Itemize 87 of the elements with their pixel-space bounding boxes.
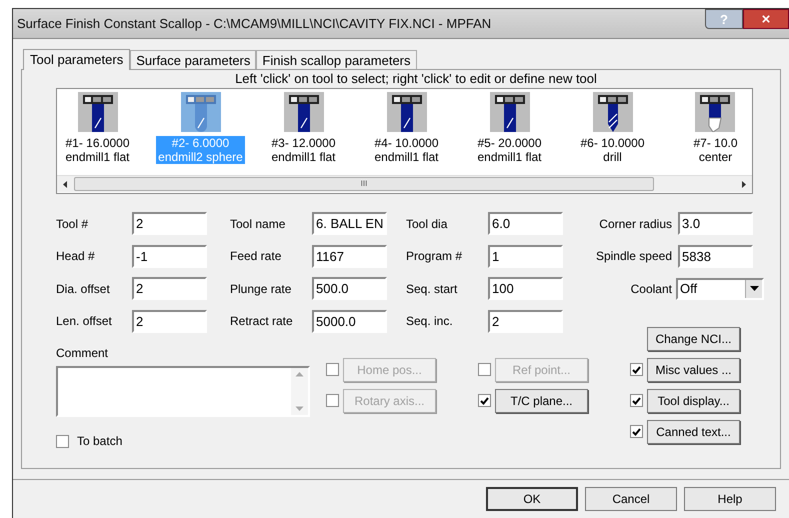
comment-field[interactable] [56, 366, 310, 416]
window-title: Surface Finish Constant Scallop - C:\MCAM9\MILL\NCI\CAVITY FIX.NCI - MPFAN [17, 14, 492, 33]
dropdown-arrow-icon [750, 286, 758, 291]
tool-size: #6- 10.0000 [580, 136, 645, 150]
input-field[interactable]: 2 [132, 212, 207, 235]
tab[interactable]: Finish scallop parameters [256, 50, 417, 69]
end-mill-icon [180, 92, 220, 132]
checkbox[interactable] [630, 394, 643, 407]
input-field[interactable]: 100 [488, 277, 563, 300]
option-button[interactable]: Tool display... [647, 388, 740, 412]
tool-item[interactable]: #7- 10.0 center [691, 92, 740, 164]
input-field[interactable]: 2 [132, 277, 207, 300]
tool-type: center [698, 150, 732, 164]
tab[interactable]: Tool parameters [23, 49, 130, 70]
field-label: Tool dia [406, 216, 448, 232]
field-label: Program # [406, 248, 464, 265]
field-label: Tool name [230, 216, 286, 232]
tool-item[interactable]: #5- 20.0000 endmill1 flat [475, 92, 544, 164]
end-mill-icon [592, 92, 632, 132]
comment-label: Comment [56, 344, 110, 362]
tool-type: endmill2 sphere [158, 150, 243, 164]
field-label: Corner radius [598, 216, 673, 232]
tool-size: #7- 10.0 [693, 136, 738, 150]
field-label: Plunge rate [230, 280, 292, 298]
tool-size: #2- 6.0000 [172, 136, 230, 150]
checkbox[interactable] [630, 425, 643, 438]
field-label: Dia. offset [56, 280, 111, 298]
option-button[interactable]: Canned text... [647, 420, 740, 444]
option-button[interactable]: T/C plane... [495, 388, 588, 412]
input-field[interactable]: 3.0 [678, 212, 753, 235]
field-label: Feed rate [230, 248, 282, 265]
field-label: Seq. start [406, 280, 458, 298]
input-field[interactable]: -1 [132, 244, 207, 268]
tool-size: #5- 20.0000 [477, 136, 542, 150]
field-label: Head # [56, 248, 96, 265]
end-mill-icon [490, 92, 530, 132]
input-field[interactable]: 1167 [312, 244, 387, 268]
tool-size: #4- 10.0000 [374, 136, 439, 150]
dialog-button[interactable]: OK [486, 487, 578, 511]
tool-item[interactable]: #1- 16.0000 endmill1 flat [63, 92, 132, 164]
grip-text: III [360, 180, 368, 188]
checkbox[interactable] [56, 434, 69, 448]
dialog-button[interactable]: Cancel [585, 487, 677, 511]
dropdown-value: Off [679, 280, 698, 298]
tool-size: #3- 12.0000 [271, 136, 336, 150]
change-nci-button[interactable]: Change NCI... [647, 326, 740, 350]
tool-item[interactable]: #4- 10.0000 endmill1 flat [372, 92, 441, 164]
end-mill-icon [284, 92, 324, 132]
input-field[interactable]: 1 [488, 244, 563, 268]
dialog-button[interactable]: Help [684, 487, 776, 511]
input-field[interactable]: 6.0 [488, 212, 563, 235]
tool-size: #1- 16.0000 [65, 136, 130, 150]
end-mill-icon [386, 92, 426, 132]
instruction-text: Left 'click' on tool to select; right 'click' to edit or define new tool [234, 70, 598, 88]
checkbox-label: To batch [77, 433, 122, 450]
vertical-scrollbar[interactable] [291, 368, 308, 414]
horizontal-scrollbar[interactable]: III [57, 175, 752, 192]
checkbox[interactable] [478, 394, 491, 407]
tool-item[interactable]: #6- 10.0000 drill [578, 92, 647, 164]
option-button[interactable]: Misc values ... [647, 358, 740, 382]
input-field[interactable]: 2 [488, 310, 563, 332]
field-label: Coolant [630, 280, 673, 298]
coolant-dropdown[interactable]: Off [676, 278, 764, 300]
tool-item[interactable]: #3- 12.0000 endmill1 flat [269, 92, 338, 164]
scrollbar-thumb[interactable]: III [74, 177, 654, 191]
field-label: Retract rate [230, 313, 294, 330]
tool-type: drill [603, 150, 622, 164]
input-field[interactable]: 500.0 [312, 277, 387, 300]
up-arrow-icon[interactable] [295, 370, 304, 376]
input-field[interactable]: 5838 [678, 244, 753, 268]
field-label: Tool # [56, 216, 90, 232]
end-mill-icon [695, 92, 736, 132]
tool-type: endmill1 flat [477, 150, 542, 164]
field-label: Seq. inc. [406, 313, 454, 330]
checkbox[interactable] [630, 363, 643, 376]
down-arrow-icon[interactable] [295, 406, 304, 412]
tab[interactable]: Surface parameters [130, 50, 256, 69]
input-field[interactable]: 5000.0 [312, 310, 387, 332]
tool-type: endmill1 flat [374, 150, 439, 164]
field-label: Spindle speed [594, 248, 673, 265]
input-field[interactable]: 2 [132, 310, 207, 332]
tool-type: endmill1 flat [271, 150, 336, 164]
tool-type: endmill1 flat [65, 150, 130, 164]
field-label: Len. offset [56, 313, 113, 330]
input-field[interactable]: 6. BALL EN [312, 212, 387, 235]
close-button[interactable]: × [743, 9, 789, 29]
end-mill-icon [78, 92, 118, 132]
